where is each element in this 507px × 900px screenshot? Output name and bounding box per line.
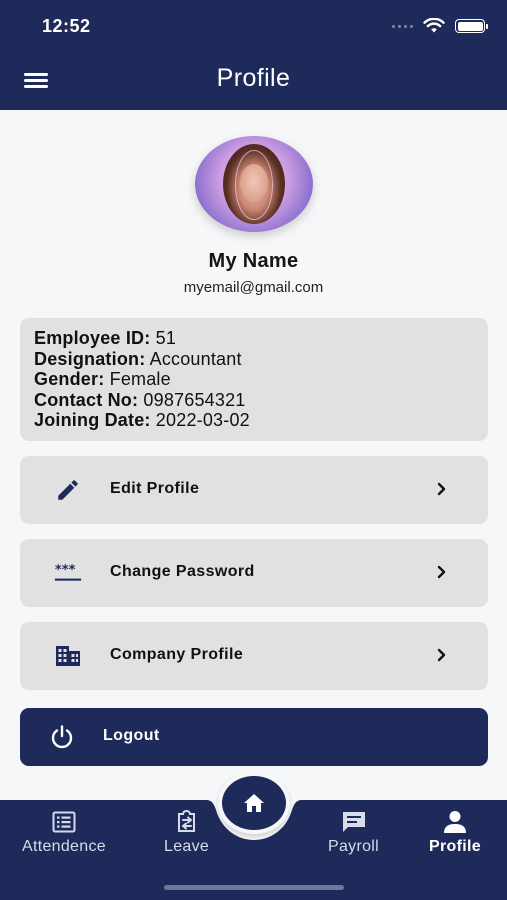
svg-text:***: *** [55,563,76,578]
nav-profile[interactable]: Profile [429,810,481,856]
chevron-right-icon [437,482,446,496]
chevron-right-icon [437,648,446,662]
wifi-icon [423,18,445,33]
company-profile-label: Company Profile [110,646,244,663]
nav-payroll-label: Payroll [328,838,380,855]
info-joining-date: Joining Date: 2022-03-02 [34,410,250,430]
info-designation: Designation: Accountant [34,348,242,369]
info-employee-id: Employee ID: 51 [34,328,177,348]
chevron-right-icon [437,565,446,579]
info-contact: Contact No: 0987654321 [34,389,246,410]
logout-label: Logout [103,727,160,744]
nav-payroll[interactable]: Payroll [328,810,379,856]
power-icon [51,725,73,749]
battery-icon [455,19,488,33]
chat-icon [341,810,367,834]
status-time: 12:52 [42,16,91,36]
status-bar: 12:52 [0,0,507,54]
nav-attendence[interactable]: Attendence [22,810,106,856]
user-email: myemail@gmail.com [183,279,324,296]
company-profile-button[interactable]: Company Profile [20,622,488,690]
employee-info-card: Employee ID: 51 Designation: Accountant … [20,318,488,441]
signal-icon [392,24,413,28]
edit-profile-label: Edit Profile [110,480,200,497]
edit-profile-button[interactable]: Edit Profile [20,456,488,524]
list-icon [51,810,77,834]
pencil-icon [54,477,82,503]
status-icons [392,18,488,34]
change-password-label: Change Password [110,563,255,580]
avatar[interactable] [195,136,313,232]
nav-attendence-label: Attendence [22,838,106,855]
user-name: My Name [208,250,299,272]
page-title: Profile [216,64,291,92]
password-icon: *** [54,560,82,586]
logout-button[interactable]: Logout [20,708,488,766]
change-password-button[interactable]: *** Change Password [20,539,488,607]
person-icon [442,810,468,834]
nav-leave-label: Leave [164,838,210,855]
home-indicator [164,885,344,890]
nav-profile-label: Profile [429,838,481,855]
clipboard-transfer-icon [174,810,200,834]
info-gender: Gender: Female [34,369,171,389]
nav-leave[interactable]: Leave [164,810,209,856]
building-icon [54,643,82,669]
home-icon [244,794,264,812]
home-button[interactable] [218,772,290,834]
app-header: 12:52 Profile [0,0,507,110]
